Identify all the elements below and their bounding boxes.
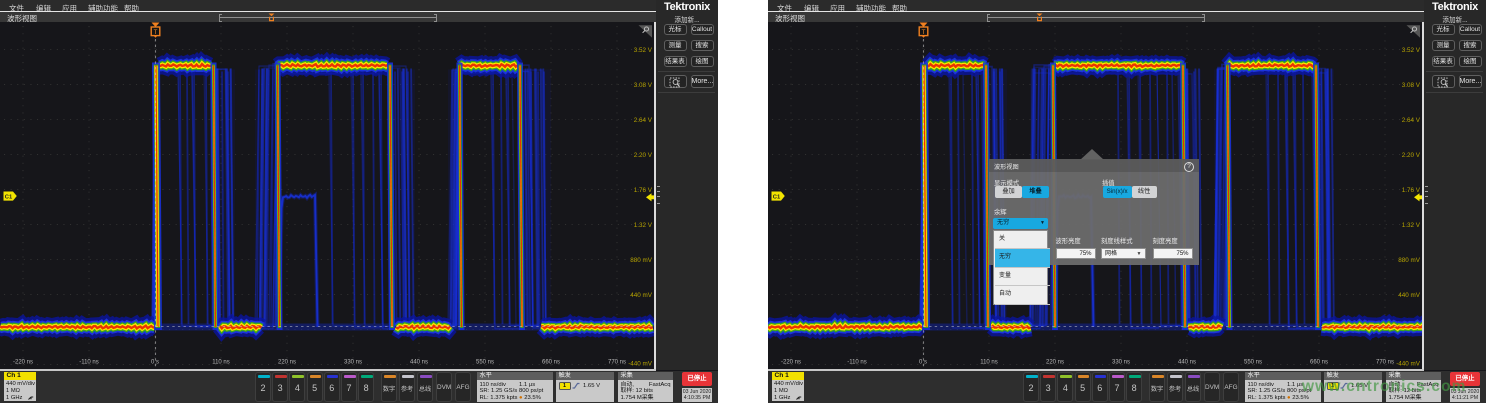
svg-text:-220 ns: -220 ns [781, 359, 801, 365]
svg-text:2.64 V: 2.64 V [1402, 116, 1421, 123]
svg-text:-220 ns: -220 ns [13, 359, 33, 365]
svg-text:440 mV: 440 mV [1398, 291, 1421, 298]
svg-text:-440 mV: -440 mV [628, 360, 653, 367]
svg-text:110 ns: 110 ns [980, 359, 998, 365]
svg-text:770 ns: 770 ns [608, 359, 626, 365]
svg-text:440 mV: 440 mV [630, 291, 653, 298]
svg-text:330 ns: 330 ns [344, 359, 362, 365]
svg-text:2.20 V: 2.20 V [634, 151, 653, 158]
svg-text:C1: C1 [773, 194, 781, 200]
svg-text:550 ns: 550 ns [476, 359, 494, 365]
svg-text:-110 ns: -110 ns [847, 359, 867, 365]
svg-text:3.08 V: 3.08 V [1402, 81, 1421, 88]
svg-text:880 mV: 880 mV [630, 256, 653, 263]
svg-text:110 ns: 110 ns [212, 359, 230, 365]
svg-text:1.32 V: 1.32 V [1402, 221, 1421, 228]
svg-text:2.20 V: 2.20 V [1402, 151, 1421, 158]
svg-text:1.76 V: 1.76 V [1402, 186, 1421, 193]
svg-text:-110 ns: -110 ns [79, 359, 99, 365]
svg-text:330 ns: 330 ns [1112, 359, 1130, 365]
svg-text:0 s: 0 s [151, 359, 159, 365]
svg-text:-440 mV: -440 mV [1396, 360, 1421, 367]
svg-text:3.08 V: 3.08 V [634, 81, 653, 88]
svg-text:660 ns: 660 ns [1310, 359, 1328, 365]
svg-text:220 ns: 220 ns [1046, 359, 1064, 365]
svg-text:3.52 V: 3.52 V [1402, 46, 1421, 53]
svg-text:C1: C1 [5, 194, 13, 200]
svg-text:550 ns: 550 ns [1244, 359, 1262, 365]
svg-text:440 ns: 440 ns [1178, 359, 1196, 365]
svg-text:880 mV: 880 mV [1398, 256, 1421, 263]
svg-text:1.32 V: 1.32 V [634, 221, 653, 228]
svg-text:0 s: 0 s [919, 359, 927, 365]
svg-text:660 ns: 660 ns [542, 359, 560, 365]
svg-text:220 ns: 220 ns [278, 359, 296, 365]
svg-text:1.76 V: 1.76 V [634, 186, 653, 193]
svg-text:3.52 V: 3.52 V [634, 46, 653, 53]
svg-text:T: T [922, 29, 926, 36]
svg-text:T: T [154, 29, 158, 36]
svg-text:770 ns: 770 ns [1376, 359, 1394, 365]
svg-text:2.64 V: 2.64 V [634, 116, 653, 123]
svg-text:440 ns: 440 ns [410, 359, 428, 365]
